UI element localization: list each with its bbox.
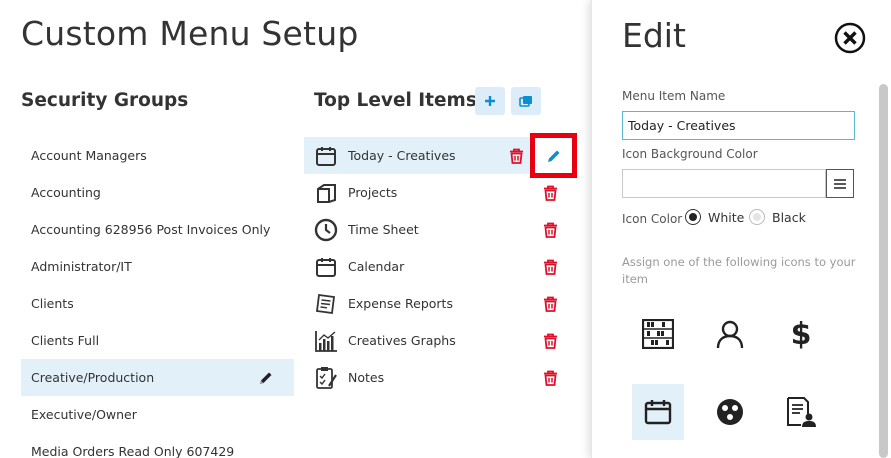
icon-option[interactable] — [775, 384, 827, 440]
icon-option-selected[interactable] — [632, 384, 684, 440]
receipt-icon — [314, 292, 338, 316]
scrollbar[interactable] — [879, 84, 888, 458]
security-groups-title: Security Groups — [21, 90, 189, 111]
list-item-selected[interactable]: Creative/Production — [21, 359, 294, 396]
bar-chart-icon — [314, 329, 338, 353]
list-item[interactable]: Projects — [304, 174, 576, 211]
security-groups-list: Account Managers Accounting Accounting 6… — [21, 137, 294, 458]
group-label: Accounting 628956 Post Invoices Only — [31, 222, 271, 237]
icon-background-color-input[interactable] — [622, 169, 826, 198]
item-label: Creatives Graphs — [348, 333, 456, 348]
group-label: Creative/Production — [31, 370, 155, 385]
icon-option[interactable]: $ — [775, 306, 827, 362]
icon-option[interactable] — [704, 306, 756, 362]
list-item[interactable]: Notes — [304, 359, 576, 396]
edit-item-button[interactable] — [530, 133, 577, 178]
list-item[interactable]: Expense Reports — [304, 285, 576, 322]
icon-help-text: Assign one of the following icons to you… — [622, 255, 856, 286]
calendar-icon — [644, 400, 672, 425]
projects-icon — [314, 181, 338, 205]
clipboard-icon — [314, 366, 338, 390]
edit-panel: Edit Menu Item Name Icon Background Colo… — [591, 0, 891, 458]
list-item[interactable]: Creatives Graphs — [304, 322, 576, 359]
copy-items-button[interactable] — [511, 87, 541, 115]
icon-color-label: Icon Color — [622, 212, 683, 226]
menu-item-name-label: Menu Item Name — [622, 89, 726, 103]
pencil-icon[interactable] — [258, 370, 274, 386]
calendar-icon — [314, 144, 338, 168]
copy-icon — [519, 96, 532, 107]
group-label: Clients Full — [31, 333, 100, 348]
black-radio[interactable] — [749, 209, 765, 225]
item-label: Notes — [348, 370, 385, 385]
group-label: Clients — [31, 296, 74, 311]
list-item[interactable]: Clients Full — [21, 322, 294, 359]
list-item[interactable]: Calendar — [304, 248, 576, 285]
black-label: Black — [772, 210, 806, 225]
trash-icon[interactable] — [509, 148, 524, 164]
group-label: Executive/Owner — [31, 407, 137, 422]
palette-icon — [717, 399, 743, 425]
color-picker-button[interactable] — [826, 169, 854, 198]
item-label: Time Sheet — [348, 222, 419, 237]
group-label: Administrator/IT — [31, 259, 132, 274]
menu-item-name-input[interactable] — [622, 111, 855, 140]
list-item[interactable]: Account Managers — [21, 137, 294, 174]
edit-panel-title: Edit — [622, 16, 686, 55]
trash-icon[interactable] — [543, 296, 558, 312]
top-level-items-title: Top Level Items — [314, 90, 477, 111]
group-label: Media Orders Read Only 607429 — [31, 444, 235, 458]
white-label: White — [708, 210, 745, 225]
trash-icon[interactable] — [543, 333, 558, 349]
add-item-button[interactable] — [475, 87, 505, 115]
list-item[interactable]: Time Sheet — [304, 211, 576, 248]
pencil-icon — [547, 150, 559, 162]
list-item[interactable]: Clients — [21, 285, 294, 322]
page-title: Custom Menu Setup — [21, 14, 359, 53]
item-label: Expense Reports — [348, 296, 453, 311]
menu-icon — [834, 178, 846, 189]
plus-icon — [485, 96, 495, 106]
icon-option[interactable] — [632, 306, 684, 362]
trash-icon[interactable] — [543, 370, 558, 386]
item-label: Today - Creatives — [348, 148, 456, 163]
item-label: Projects — [348, 185, 398, 200]
group-label: Account Managers — [31, 148, 147, 163]
list-item[interactable]: Media Orders Read Only 607429 — [21, 433, 294, 458]
icon-option[interactable] — [704, 384, 756, 440]
dollar-icon: $ — [790, 316, 812, 352]
list-item[interactable]: Executive/Owner — [21, 396, 294, 433]
trash-icon[interactable] — [543, 185, 558, 201]
list-item[interactable]: Accounting — [21, 174, 294, 211]
item-label: Calendar — [348, 259, 405, 274]
list-item[interactable]: Accounting 628956 Post Invoices Only — [21, 211, 294, 248]
list-item[interactable]: Administrator/IT — [21, 248, 294, 285]
calendar-icon — [314, 255, 338, 279]
trash-icon[interactable] — [543, 259, 558, 275]
user-icon — [716, 320, 744, 349]
white-radio[interactable] — [685, 209, 701, 225]
trash-icon[interactable] — [543, 222, 558, 238]
icon-background-color-label: Icon Background Color — [622, 147, 758, 161]
list-item-selected[interactable]: Today - Creatives — [304, 137, 530, 174]
document-person-icon — [787, 397, 816, 427]
close-icon[interactable] — [834, 22, 866, 54]
group-label: Accounting — [31, 185, 101, 200]
clock-icon — [314, 218, 338, 242]
abacus-icon — [642, 319, 674, 349]
